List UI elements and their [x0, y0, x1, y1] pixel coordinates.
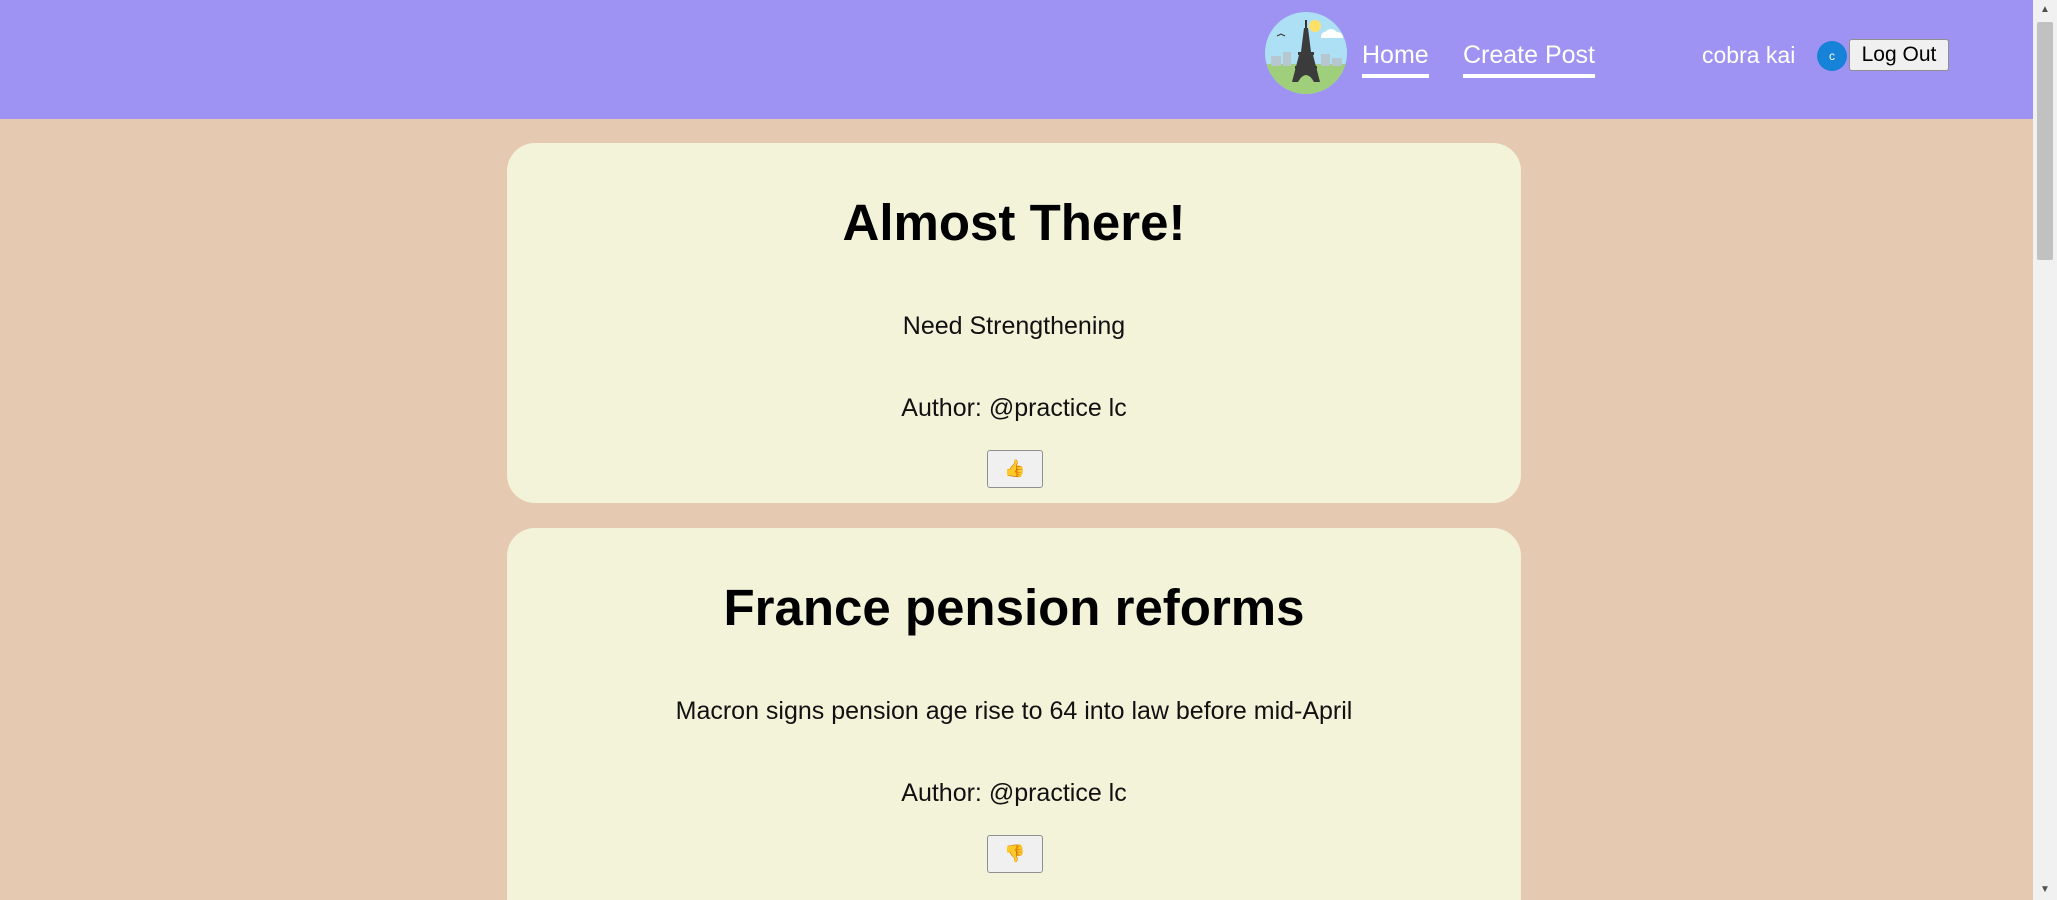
- post-card: France pension reforms Macron signs pens…: [507, 528, 1521, 900]
- dislike-button[interactable]: 👎: [987, 835, 1043, 873]
- post-body: Need Strengthening: [902, 312, 1126, 340]
- like-button[interactable]: 👍: [987, 450, 1043, 488]
- post-body: Macron signs pension age rise to 64 into…: [675, 697, 1353, 725]
- vertical-scrollbar[interactable]: ▲ ▼: [2033, 0, 2057, 900]
- post-card: Almost There! Need Strengthening Author:…: [507, 143, 1521, 503]
- thumbs-down-icon: 👎: [1004, 844, 1026, 863]
- eiffel-tower-logo-icon[interactable]: [1265, 12, 1347, 94]
- nav-home-link[interactable]: Home: [1362, 40, 1429, 78]
- navbar: Home Create Post cobra kai c Log Out: [0, 0, 2033, 119]
- post-author: Author: @practice lc: [901, 779, 1127, 807]
- logout-button[interactable]: Log Out: [1849, 39, 1949, 71]
- scroll-up-arrow-icon[interactable]: ▲: [2033, 0, 2057, 20]
- post-title: Almost There!: [842, 194, 1186, 251]
- scroll-thumb[interactable]: [2037, 22, 2053, 260]
- post-author: Author: @practice lc: [901, 394, 1127, 422]
- username-label: cobra kai: [1702, 42, 1796, 68]
- scroll-down-arrow-icon[interactable]: ▼: [2033, 880, 2057, 900]
- user-avatar[interactable]: c: [1817, 41, 1847, 71]
- eiffel-tower-svg: [1265, 12, 1347, 94]
- post-title: France pension reforms: [723, 579, 1305, 636]
- thumbs-up-icon: 👍: [1004, 459, 1026, 478]
- nav-create-post-link[interactable]: Create Post: [1463, 40, 1596, 78]
